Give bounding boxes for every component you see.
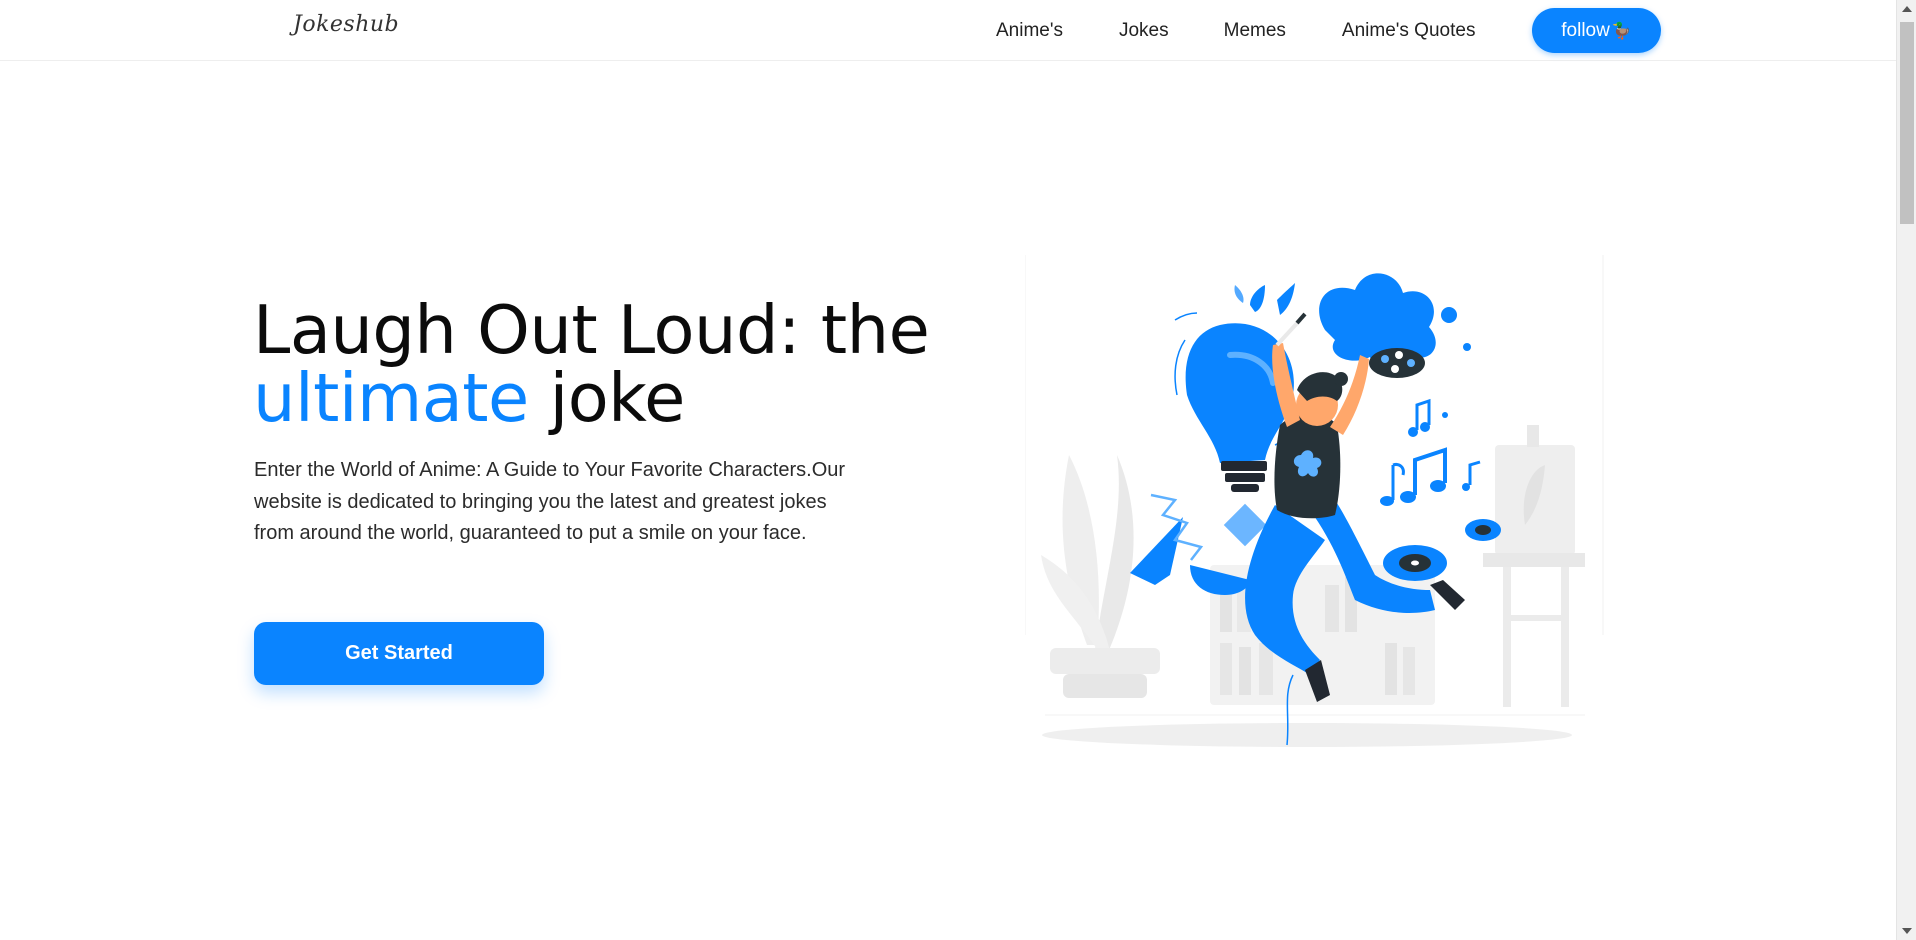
page-scrollbar[interactable] [1896,0,1916,940]
jumping-artist-illustration [1025,255,1604,747]
follow-button[interactable]: follow 🦆 [1532,8,1661,53]
follow-button-label: follow [1561,19,1610,41]
hero-title-accent: ultimate [253,359,529,437]
navbar: Jokeshub Anime's Jokes Memes Anime's Quo… [0,0,1896,61]
nav-link-jokes[interactable]: Jokes [1119,20,1169,42]
nav-link-animes[interactable]: Anime's [996,20,1063,42]
nav-link-memes[interactable]: Memes [1224,20,1286,42]
duck-icon: 🦆 [1611,22,1632,40]
scroll-up-icon[interactable] [1902,6,1912,12]
nav-link-anime-quotes[interactable]: Anime's Quotes [1342,20,1476,42]
get-started-button[interactable]: Get Started [254,622,544,685]
scroll-down-icon[interactable] [1902,928,1912,934]
nav-links: Anime's Jokes Memes Anime's Quotes [996,0,1475,61]
brand-logo[interactable]: Jokeshub [293,12,399,37]
hero-title: Laugh Out Loud: the ultimate joke [253,296,1013,432]
hero-title-line1: Laugh Out Loud: the [253,291,930,369]
hero-title-rest: joke [528,359,686,437]
hero-description: Enter the World of Anime: A Guide to You… [254,459,846,544]
scroll-thumb[interactable] [1900,22,1914,224]
